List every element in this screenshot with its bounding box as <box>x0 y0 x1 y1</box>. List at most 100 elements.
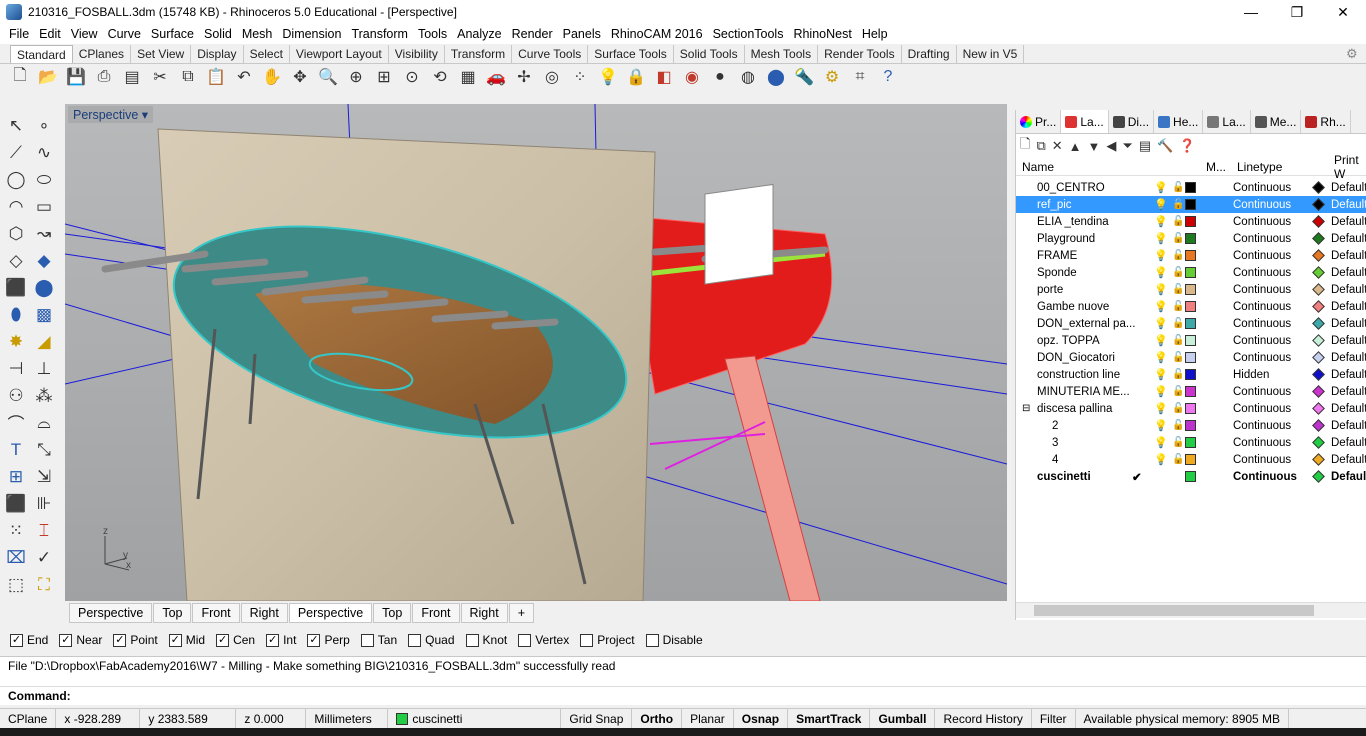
layer-color-swatch[interactable] <box>1185 352 1196 363</box>
unlock-icon[interactable]: 🔓 <box>1172 267 1184 278</box>
status-toggle-ortho[interactable]: Ortho <box>632 708 683 729</box>
menu-rhinonest[interactable]: RhinoNest <box>788 27 856 41</box>
status-toggle-gumball[interactable]: Gumball <box>870 708 936 729</box>
unlock-icon[interactable]: 🔓 <box>1172 233 1184 244</box>
lightbulb-icon[interactable]: 💡 <box>1154 351 1168 364</box>
tab-drafting[interactable]: Drafting <box>902 45 957 63</box>
layer-row[interactable]: 00_CENTRO 💡 🔓 Continuous Default <box>1016 179 1366 196</box>
tab-curve-tools[interactable]: Curve Tools <box>512 45 589 63</box>
cylinder-icon[interactable]: ⬮ <box>2 301 30 328</box>
status-toggle-smarttrack[interactable]: SmartTrack <box>788 708 871 729</box>
lightbulb-icon[interactable]: 💡 <box>1154 215 1168 228</box>
osnap-end[interactable]: ✓ End <box>10 633 48 647</box>
circle-icon[interactable]: ◯ <box>2 166 30 193</box>
vp-tab-perspective-2[interactable]: Perspective <box>288 603 373 623</box>
osnap-checkbox[interactable] <box>360 633 374 647</box>
unlock-icon[interactable]: 🔓 <box>1172 250 1184 261</box>
dimension-icon[interactable]: ⌗ <box>848 65 872 89</box>
select-arrow-icon[interactable]: ↖ <box>2 112 30 139</box>
unlock-icon[interactable]: 🔓 <box>1172 352 1184 363</box>
layer-print-width[interactable]: Default <box>1331 437 1366 449</box>
layer-linetype[interactable]: Continuous <box>1233 182 1291 194</box>
layer-color-swatch[interactable] <box>1185 182 1196 193</box>
osnap-checkbox[interactable] <box>408 633 422 647</box>
solid-box-icon[interactable]: ⬛ <box>2 490 30 517</box>
mirror-icon[interactable]: ⌶ <box>30 517 58 544</box>
dimension-tool-icon[interactable]: ⤡ <box>30 436 58 463</box>
layer-linetype[interactable]: Continuous <box>1233 233 1291 245</box>
osnap-checkbox[interactable]: ✓ <box>266 633 280 647</box>
unlock-icon[interactable]: 🔓 <box>1172 318 1184 329</box>
menu-render[interactable]: Render <box>507 27 558 41</box>
grid-snap-icon[interactable]: ⊪ <box>30 490 58 517</box>
mesh-icon[interactable]: ▩ <box>30 301 58 328</box>
add-viewport-tab-icon[interactable]: + <box>508 603 534 623</box>
restore-button[interactable]: ❐ <box>1274 0 1320 24</box>
osnap-near[interactable]: ✓ Near <box>59 633 102 647</box>
print-color-diamond-icon[interactable] <box>1312 385 1325 398</box>
osnap-vertex[interactable]: Vertex <box>518 633 569 647</box>
trim-icon[interactable]: ◢ <box>30 328 58 355</box>
print-color-diamond-icon[interactable] <box>1312 300 1325 313</box>
menu-help[interactable]: Help <box>857 27 893 41</box>
tab-display[interactable]: Di... <box>1109 110 1155 133</box>
viewport-label[interactable]: Perspective ▾ <box>68 106 154 123</box>
osnap-checkbox[interactable]: ✓ <box>113 633 127 647</box>
chamfer-icon[interactable]: ⌓ <box>30 409 58 436</box>
layer-row[interactable]: Sponde 💡 🔓 Continuous Default <box>1016 264 1366 281</box>
layer-row[interactable]: construction line 💡 🔓 Hidden Default <box>1016 366 1366 383</box>
tab-visibility[interactable]: Visibility <box>389 45 445 63</box>
vp-tab-perspective-1[interactable]: Perspective <box>69 603 153 623</box>
print-color-diamond-icon[interactable] <box>1312 249 1325 262</box>
layer-color-swatch[interactable] <box>1185 369 1196 380</box>
menu-tools[interactable]: Tools <box>413 27 452 41</box>
layer-row[interactable]: ref_pic 💡 🔓 Continuous Default <box>1016 196 1366 213</box>
layer-row[interactable]: 2 💡 🔓 Continuous Default <box>1016 417 1366 434</box>
lightbulb-icon[interactable]: 💡 <box>1154 436 1168 449</box>
layer-linetype[interactable]: Continuous <box>1233 454 1291 466</box>
vp-tab-right-2[interactable]: Right <box>460 603 508 623</box>
vp-tab-right-1[interactable]: Right <box>240 603 288 623</box>
vp-tab-front-2[interactable]: Front <box>412 603 460 623</box>
move-parent-icon[interactable]: ◀ <box>1106 138 1116 154</box>
layer-color-swatch[interactable] <box>1185 216 1196 227</box>
cube-wire-icon[interactable]: ⬚ <box>2 571 30 598</box>
undo-view-icon[interactable]: ⟲ <box>428 65 452 89</box>
col-print-width[interactable]: Print W <box>1334 153 1366 181</box>
layer-row[interactable]: ELIA _tendina 💡 🔓 Continuous Default <box>1016 213 1366 230</box>
print-color-diamond-icon[interactable] <box>1312 419 1325 432</box>
layer-print-width[interactable]: Default <box>1331 318 1366 330</box>
wireframe-sphere-icon[interactable]: ● <box>708 65 732 89</box>
osnap-cen[interactable]: ✓ Cen <box>216 633 255 647</box>
lightbulb-icon[interactable]: 💡 <box>1154 249 1168 262</box>
layer-row[interactable]: porte 💡 🔓 Continuous Default <box>1016 281 1366 298</box>
osnap-int[interactable]: ✓ Int <box>266 633 296 647</box>
layer-color-swatch[interactable] <box>1185 437 1196 448</box>
light-icon[interactable]: 🔦 <box>792 65 816 89</box>
select-all-icon[interactable]: ✢ <box>512 65 536 89</box>
layer-color-swatch[interactable] <box>1185 267 1196 278</box>
sphere-icon[interactable]: ⬤ <box>30 274 58 301</box>
osnap-point[interactable]: ✓ Point <box>113 633 158 647</box>
menu-solid[interactable]: Solid <box>199 27 237 41</box>
layer-linetype[interactable]: Continuous <box>1233 301 1291 313</box>
osnap-disable[interactable]: Disable <box>645 633 703 647</box>
status-toggle-osnap[interactable]: Osnap <box>734 708 789 729</box>
layer-linetype[interactable]: Continuous <box>1233 267 1291 279</box>
points-icon[interactable]: ⁘ <box>568 65 592 89</box>
layer-print-width[interactable]: Default <box>1331 352 1366 364</box>
layer-color-swatch[interactable] <box>1185 335 1196 346</box>
layer-row[interactable]: cuscinetti ✔ Continuous Default <box>1016 468 1366 485</box>
layer-color-swatch[interactable] <box>1185 301 1196 312</box>
toolbar-options-gear-icon[interactable]: ⚙ <box>1346 46 1360 61</box>
layer-row[interactable]: 3 💡 🔓 Continuous Default <box>1016 434 1366 451</box>
layer-color-swatch[interactable] <box>1185 403 1196 414</box>
scale-icon[interactable]: ⇲ <box>30 463 58 490</box>
perspective-viewport[interactable]: Perspective ▾ z y x <box>65 104 1007 601</box>
tab-select[interactable]: Select <box>244 45 290 63</box>
menu-mesh[interactable]: Mesh <box>237 27 278 41</box>
zoom-extents-icon[interactable]: ⊞ <box>372 65 396 89</box>
arc-icon[interactable]: ◠ <box>2 193 30 220</box>
layer-print-width[interactable]: Default <box>1331 284 1366 296</box>
print-color-diamond-icon[interactable] <box>1312 283 1325 296</box>
